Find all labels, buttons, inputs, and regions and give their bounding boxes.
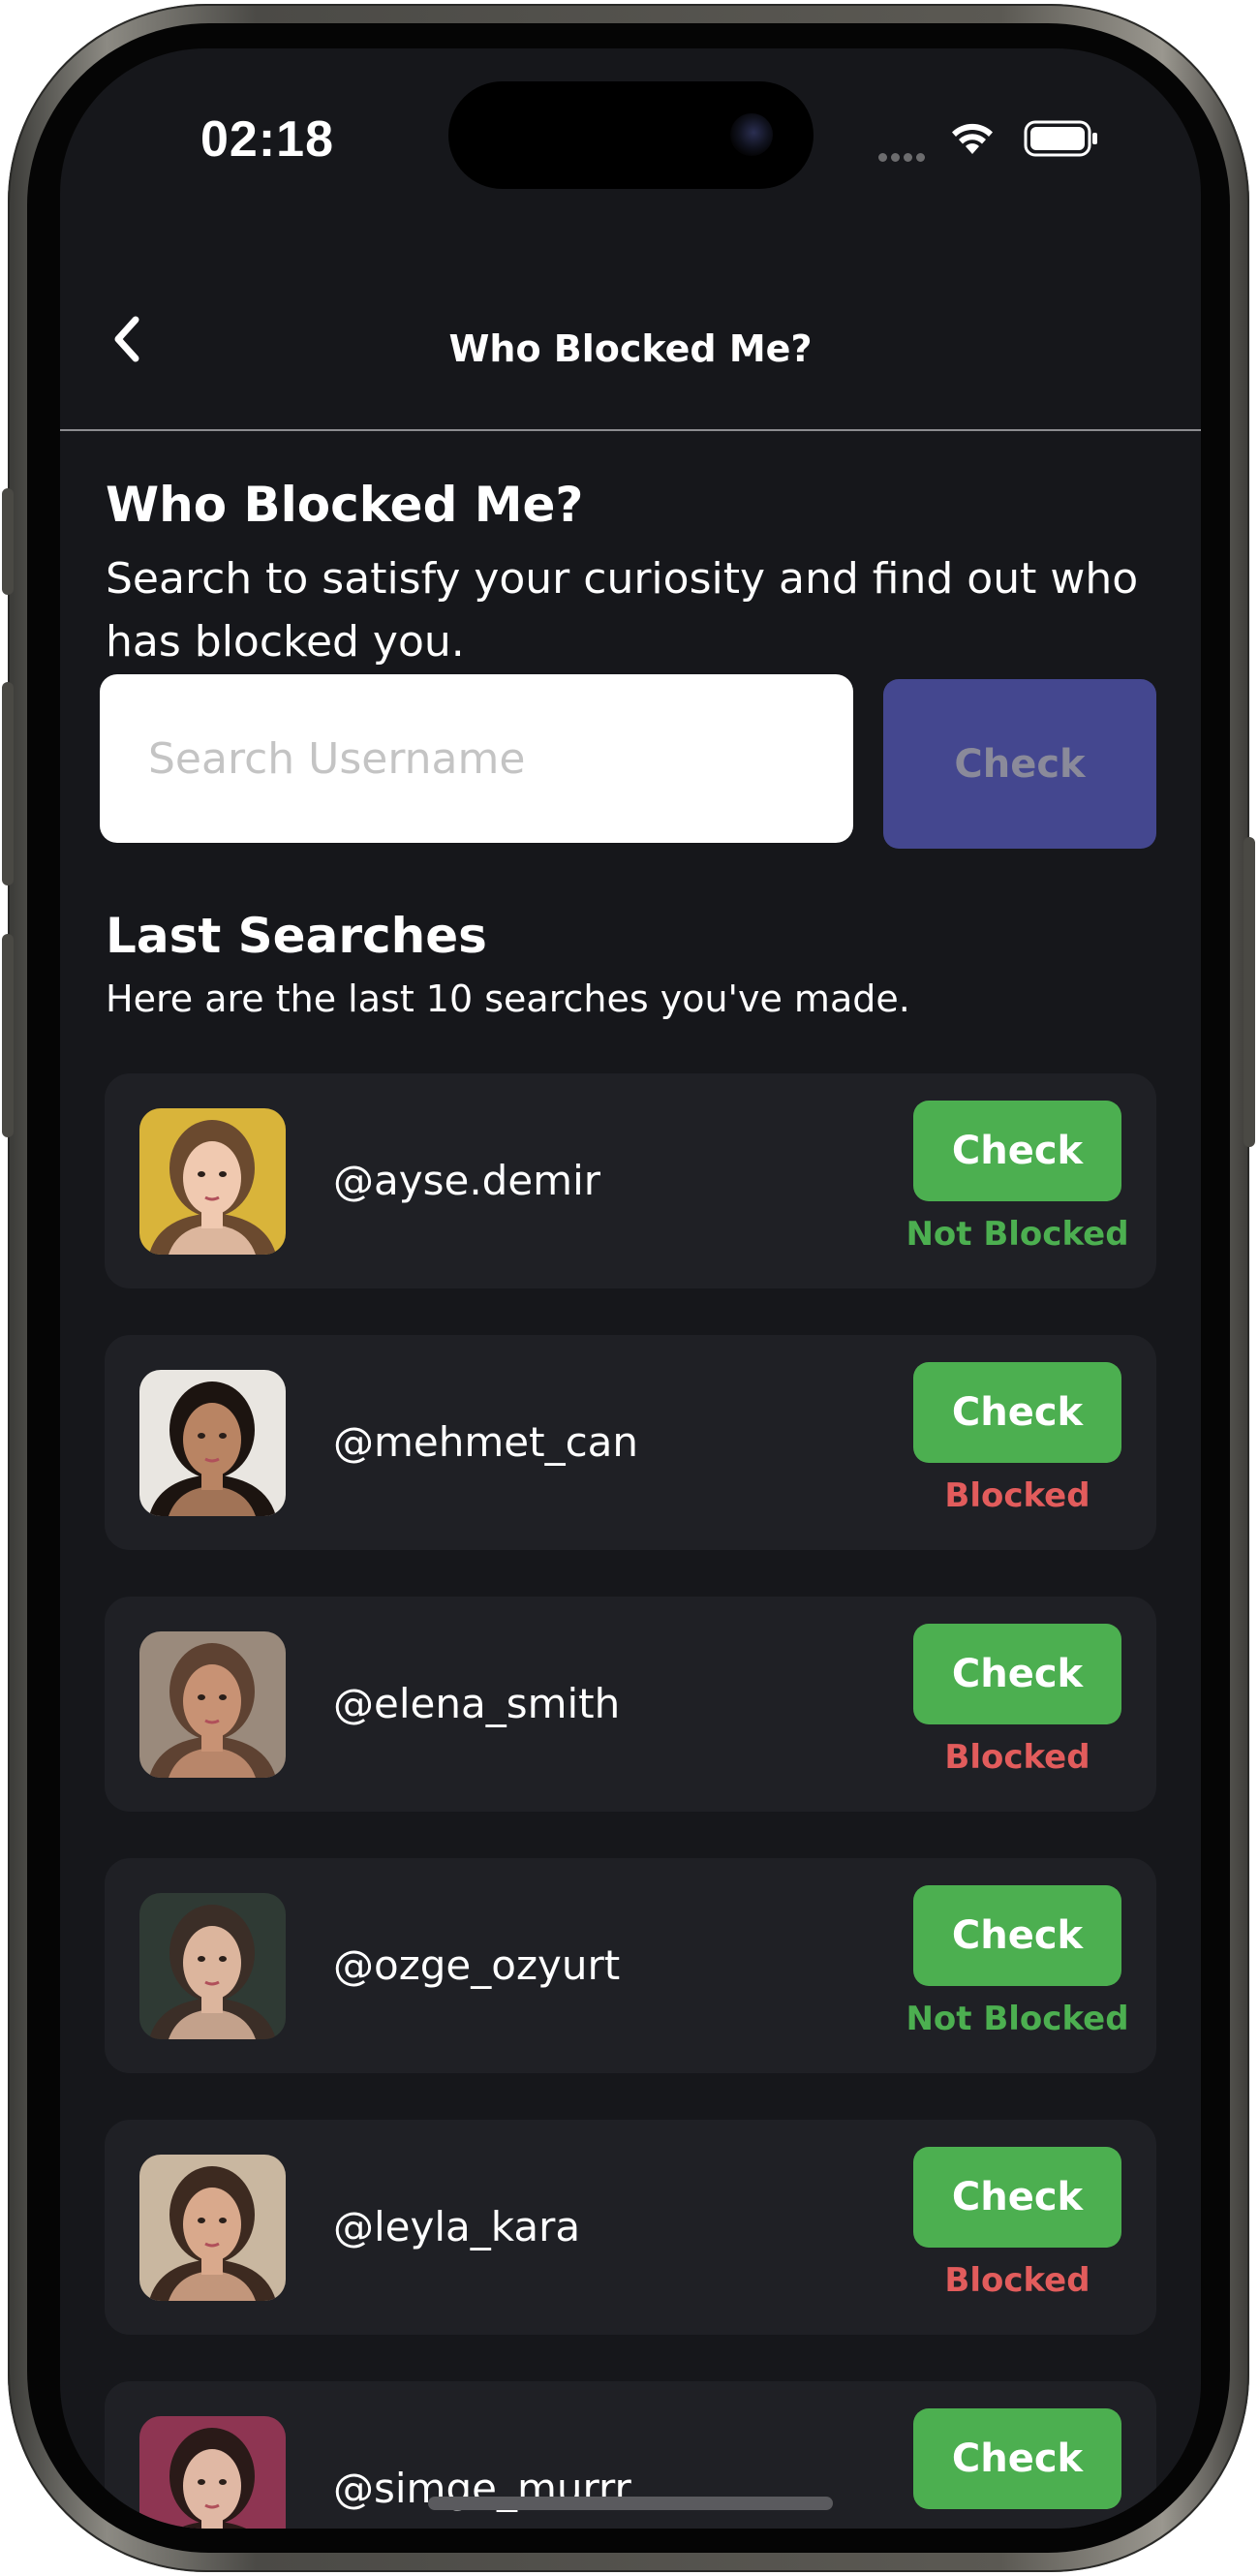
avatar [139, 2155, 286, 2301]
last-searches-title: Last Searches [106, 908, 487, 964]
check-button[interactable]: Check [913, 1885, 1121, 1986]
search-history-item: @elena_smith Check Blocked [105, 1597, 1156, 1812]
page-title: Who Blocked Me? [106, 477, 584, 533]
home-indicator[interactable] [428, 2497, 833, 2510]
action-button [2, 488, 14, 595]
block-status: Blocked [944, 2261, 1090, 2300]
avatar [139, 2416, 286, 2529]
username: @ozge_ozyurt [333, 1941, 621, 1989]
check-button[interactable]: Check [913, 1624, 1121, 1724]
avatar [139, 1631, 286, 1778]
signal-dots-icon [878, 147, 935, 162]
block-status: Blocked [944, 1738, 1090, 1777]
portrait-photo [139, 1370, 286, 1516]
portrait-photo [139, 2155, 286, 2301]
username: @mehmet_can [333, 1418, 639, 1466]
avatar [139, 1893, 286, 2039]
volume-up-button [2, 682, 14, 885]
search-history-item: @mehmet_can Check Blocked [105, 1335, 1156, 1550]
battery-icon [1024, 120, 1097, 157]
search-check-button[interactable]: Check [883, 679, 1156, 849]
navigation-bar: Who Blocked Me? [60, 262, 1201, 431]
page-description: Search to satisfy your curiosity and fin… [106, 554, 1139, 667]
portrait-photo [139, 1631, 286, 1778]
power-button [1244, 837, 1255, 1147]
check-button[interactable]: Check [913, 1362, 1121, 1463]
search-history-item: @ozge_ozyurt Check Not Blocked [105, 1858, 1156, 2073]
dynamic-island [448, 81, 814, 189]
check-button[interactable]: Check [913, 2408, 1121, 2509]
avatar [139, 1108, 286, 1255]
avatar [139, 1370, 286, 1516]
nav-title: Who Blocked Me? [448, 327, 813, 370]
check-button[interactable]: Check [913, 1101, 1121, 1201]
app-screen: 02:18 Who Blocked Me? Who Blocked Me? Se… [60, 48, 1201, 2529]
search-username-input[interactable] [100, 674, 853, 843]
volume-down-button [2, 934, 14, 1137]
username: @ayse.demir [333, 1157, 601, 1204]
username: @elena_smith [333, 1680, 621, 1727]
block-status: Not Blocked [906, 2000, 1129, 2038]
status-time: 02:18 [200, 111, 334, 168]
block-status: Not Blocked [906, 1215, 1129, 1254]
portrait-photo [139, 1108, 286, 1255]
last-searches-subtitle: Here are the last 10 searches you've mad… [106, 978, 910, 1020]
camera-icon [730, 113, 773, 156]
block-status: Blocked [944, 1476, 1090, 1515]
username: @leyla_kara [333, 2203, 581, 2250]
last-searches-list: @ayse.demir Check Not Blocked @mehmet_ca… [105, 1073, 1156, 2529]
search-history-item: @ayse.demir Check Not Blocked [105, 1073, 1156, 1288]
wifi-icon [952, 123, 993, 154]
portrait-photo [139, 2416, 286, 2529]
check-button[interactable]: Check [913, 2147, 1121, 2248]
search-history-item: @leyla_kara Check Blocked [105, 2120, 1156, 2335]
portrait-photo [139, 1893, 286, 2039]
